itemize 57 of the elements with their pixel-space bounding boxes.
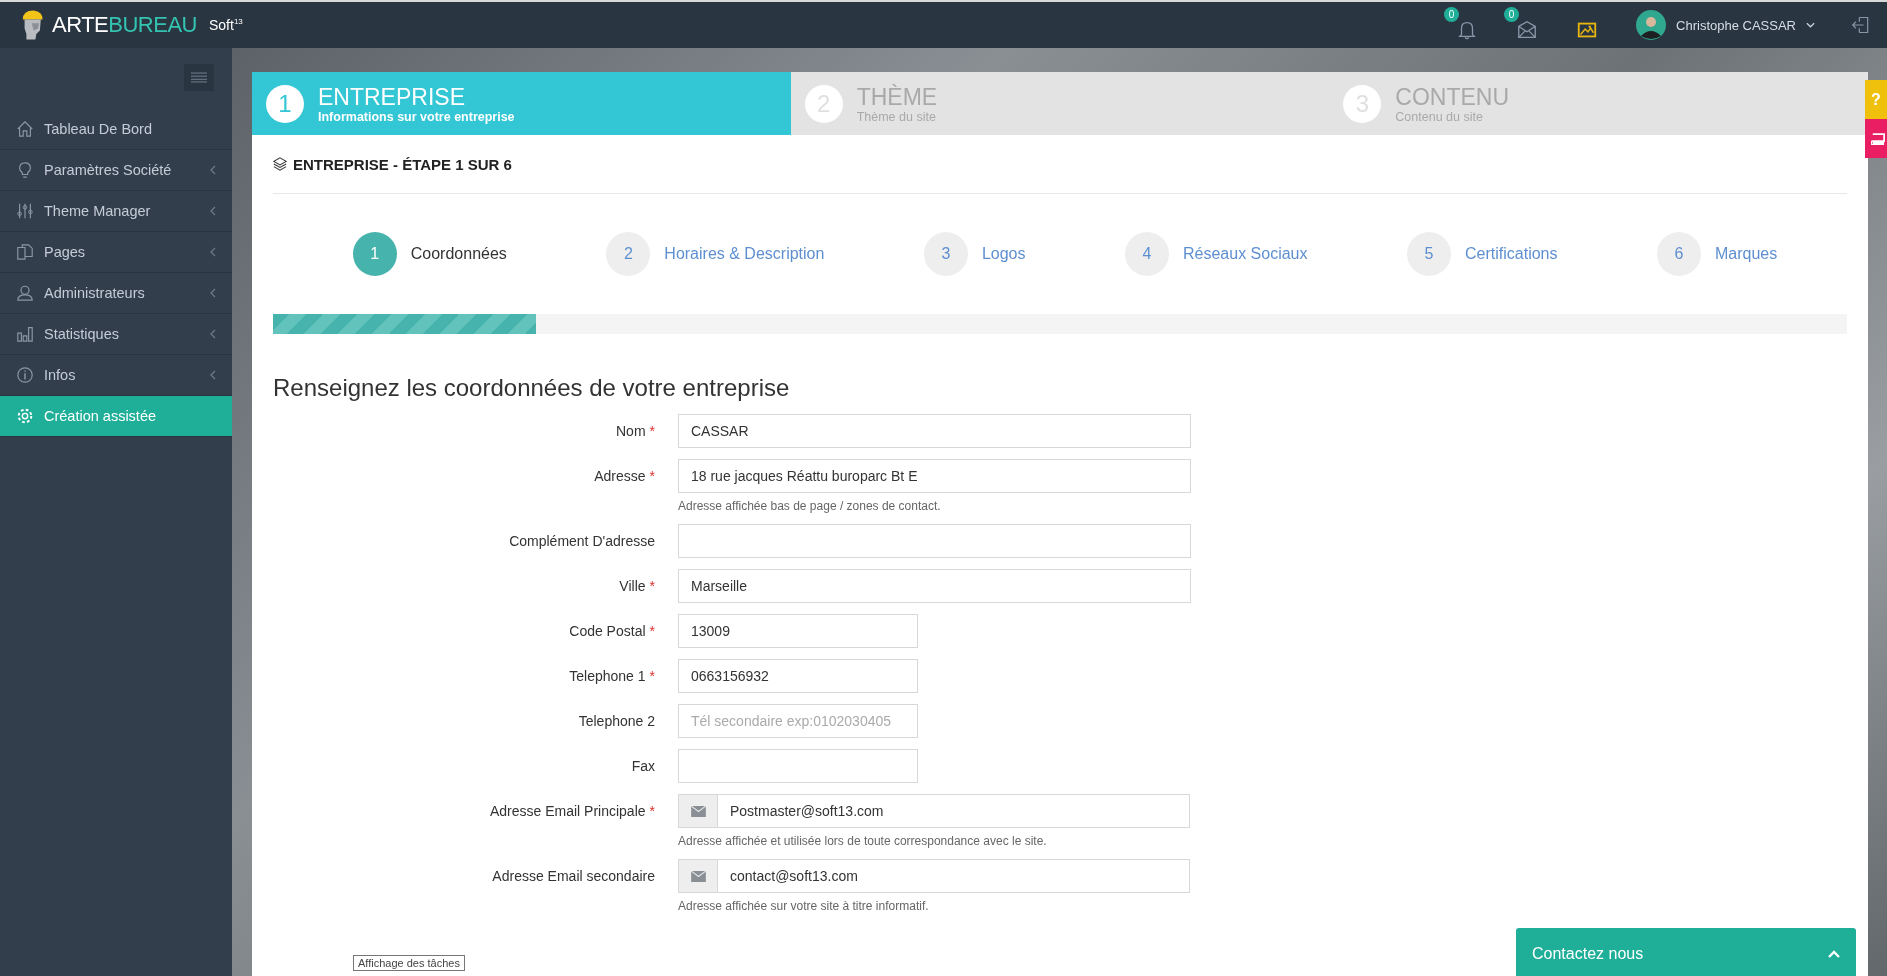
settings-icon (16, 407, 34, 425)
menu-icon (191, 72, 207, 83)
field-label: Nom * (615, 422, 655, 441)
email-field[interactable]: Postmaster@soft13.com (717, 794, 1190, 828)
user-menu[interactable]: Christophe CASSAR (1636, 10, 1815, 40)
envelope-icon (690, 805, 706, 817)
sliders-icon (16, 202, 34, 220)
envelope-icon (1516, 19, 1539, 41)
tooltip: Affichage des tâches (353, 955, 465, 971)
input-field[interactable]: Tél secondaire exp:0102030405 (678, 704, 918, 738)
input-field[interactable]: 18 rue jacques Réattu buroparc Bt E (678, 459, 1191, 493)
logout-icon[interactable] (1851, 14, 1871, 36)
help-text: Adresse affichée sur votre site à titre informatif. (678, 899, 930, 913)
field-label: Ville * (618, 577, 655, 596)
field-label: Code Postal * (568, 622, 655, 641)
home-icon (16, 120, 34, 138)
field-label: Adresse * (593, 467, 655, 486)
help-text: Adresse affichée et utilisée lors de toute correspondance avec le site. (678, 834, 1048, 848)
field-label: Telephone 2 (577, 712, 655, 731)
book-icon (1871, 132, 1885, 145)
step-link[interactable]: 5 Certifications (1407, 230, 1558, 278)
documents-icon (16, 243, 34, 261)
step-link[interactable]: 6 Marques (1657, 230, 1778, 278)
step-link[interactable]: 1 Coordonnées (352, 230, 507, 278)
input-field[interactable]: Marseille (678, 569, 1191, 603)
help-text: Adresse affichée bas de page / zones de contact. (678, 499, 942, 513)
info-icon (16, 366, 34, 384)
step-link[interactable]: 4 Réseaux Sociaux (1125, 230, 1308, 278)
input-field[interactable] (678, 749, 918, 783)
input-field[interactable]: CASSAR (678, 414, 1191, 448)
section-title: ENTREPRISE - ÉTAPE 1 SUR 6 (293, 155, 512, 173)
layers-icon (273, 157, 287, 171)
logo-suffix: Soft$^{13}$ (208, 17, 243, 33)
bar-chart-icon (16, 325, 34, 343)
field-label: Complément D'adresse (508, 532, 655, 551)
chevron-down-icon (1806, 22, 1815, 28)
field-label: Adresse Email secondaire (491, 867, 655, 886)
envelope-icon (690, 870, 706, 882)
logo-wordmark: ARTEBUREAU (52, 12, 197, 38)
guide-tab[interactable] (1865, 119, 1887, 158)
form-title: Renseignez les coordonnées de votre entreprise (273, 374, 791, 402)
menu-toggle-button[interactable] (184, 64, 214, 91)
step-link[interactable]: 3 Logos (923, 230, 1026, 278)
count-badge: 0 (1444, 7, 1460, 22)
user-icon (16, 284, 34, 302)
count-badge: 0 (1504, 7, 1520, 22)
lightbulb-icon (16, 161, 34, 179)
input-field[interactable]: 13009 (678, 614, 918, 648)
field-label: Fax (630, 757, 655, 776)
chevron-up-icon (1828, 950, 1840, 958)
field-label: Adresse Email Principale * (488, 802, 655, 821)
step-link[interactable]: 2 Horaires & Description (606, 230, 825, 278)
input-field[interactable] (678, 524, 1191, 558)
field-label: Telephone 1 * (568, 667, 655, 686)
input-field[interactable]: 0663156932 (678, 659, 918, 693)
avatar-icon (1636, 10, 1667, 40)
email-field[interactable]: contact@soft13.com (717, 859, 1190, 893)
